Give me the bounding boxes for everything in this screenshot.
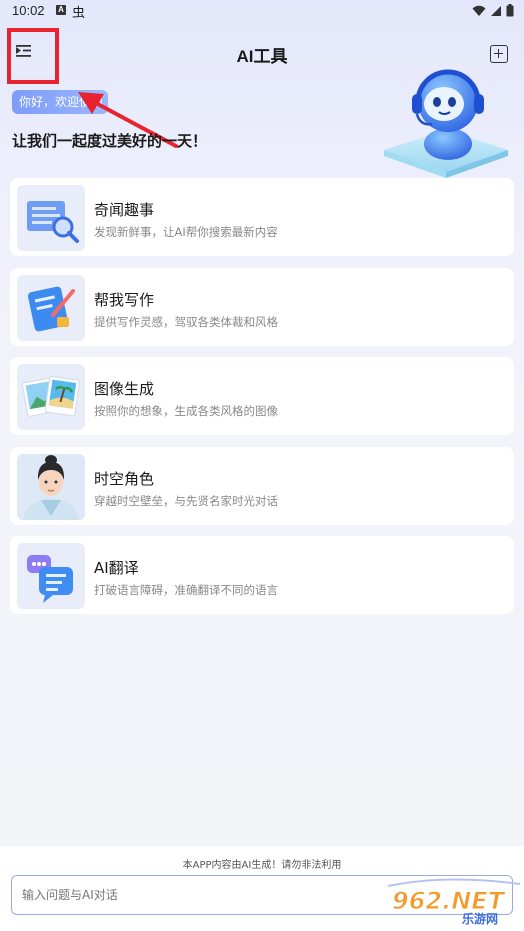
tool-desc: 提供写作灵感，驾驭各类体裁和风格: [94, 315, 278, 329]
watermark-brand: 962.NET: [392, 887, 506, 915]
signal-icon: [491, 5, 501, 16]
tool-title: 奇闻趣事: [94, 201, 155, 219]
site-watermark-logo: 962.NET 乐游网: [387, 878, 521, 926]
tool-card-writing[interactable]: 帮我写作 提供写作灵感，驾驭各类体裁和风格: [10, 268, 514, 346]
wifi-icon: [472, 5, 486, 16]
tool-title: 时空角色: [94, 470, 155, 488]
tool-desc: 打破语言障碍，准确翻译不同的语言: [94, 583, 278, 597]
tool-card-character[interactable]: 时空角色 穿越时空壁垒，与先贤名家时光对话: [10, 447, 514, 525]
status-bar: 10:02 A 虫: [0, 0, 524, 22]
news-search-icon: [17, 185, 85, 251]
tool-card-image[interactable]: 图像生成 按照你的想象，生成各类风格的图像: [10, 357, 514, 435]
status-indicators: [472, 4, 514, 17]
ai-disclaimer: 本APP内容由AI生成！请勿非法利用: [182, 860, 342, 871]
notification-a-icon: A: [56, 5, 66, 15]
tool-title: 帮我写作: [94, 291, 155, 309]
tool-card-news[interactable]: 奇闻趣事 发现新鲜事，让AI帮你搜索最新内容: [10, 178, 514, 256]
tool-desc: 发现新鲜事，让AI帮你搜索最新内容: [94, 225, 278, 239]
translate-chat-icon: [17, 543, 85, 609]
notification-bug-icon: 虫: [72, 6, 86, 21]
tool-desc: 穿越时空壁垒，与先贤名家时光对话: [94, 494, 278, 508]
greeting-text: 让我们一起度过美好的一天！: [12, 132, 208, 150]
watermark-sub: 乐游网: [462, 911, 498, 926]
menu-highlight-box: [7, 28, 59, 84]
tool-title: AI翻译: [94, 559, 139, 577]
robot-mascot-icon: [384, 69, 508, 178]
status-time: 10:02: [12, 3, 45, 18]
tool-desc: 按照你的想象，生成各类风格的图像: [94, 404, 278, 418]
photos-icon: [17, 364, 85, 430]
historical-character-avatar: [17, 454, 85, 520]
battery-icon: [506, 4, 514, 17]
writing-book-icon: [17, 275, 85, 341]
tool-title: 图像生成: [94, 380, 155, 398]
tool-card-translate[interactable]: AI翻译 打破语言障碍，准确翻译不同的语言: [10, 536, 514, 614]
